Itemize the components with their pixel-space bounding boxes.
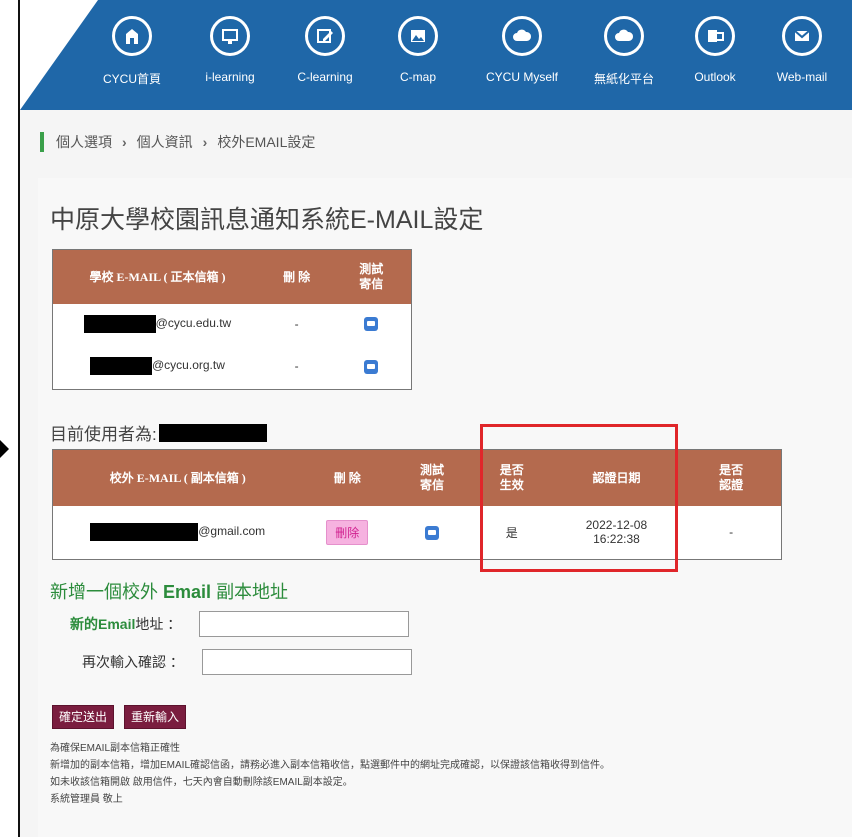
delete-cell: - bbox=[294, 316, 299, 331]
column-header-delete: 刪 除 bbox=[261, 249, 332, 304]
breadcrumb-item-external-email: 校外EMAIL設定 bbox=[217, 134, 316, 150]
arrow-indicator bbox=[0, 440, 9, 458]
nav-item-i-learning[interactable]: i-learning bbox=[190, 16, 270, 84]
nav-item-home[interactable]: CYCU首頁 bbox=[92, 16, 172, 87]
table-row: @cycu.org.tw - bbox=[53, 344, 412, 390]
email-cell: @cycu.org.tw bbox=[53, 344, 262, 390]
test-send-cell bbox=[331, 344, 411, 390]
redacted-block bbox=[83, 314, 156, 333]
new-email-label: 新的Email地址 ： bbox=[70, 616, 182, 632]
nav-item-paperless[interactable]: 無紙化平台 bbox=[584, 16, 664, 87]
breadcrumb-marker bbox=[40, 132, 44, 152]
breadcrumb-item-personal-options[interactable]: 個人選項 bbox=[56, 132, 112, 152]
outlook-icon bbox=[695, 16, 735, 56]
breadcrumb: 個人選項 › 個人資訊 › 校外EMAIL設定 bbox=[40, 130, 315, 154]
confirm-email-label: 再次輸入確認 ： bbox=[82, 654, 184, 670]
test-send-cell bbox=[331, 304, 411, 344]
home-icon bbox=[112, 16, 152, 56]
confirm-email-row: 再次輸入確認 ： bbox=[82, 648, 412, 676]
delete-button[interactable]: 刪除 bbox=[326, 519, 369, 545]
new-email-row: 新的Email地址 ： bbox=[70, 610, 410, 638]
nav-item-outlook[interactable]: Outlook bbox=[675, 16, 755, 84]
nav-item-c-map[interactable]: C-map bbox=[378, 16, 458, 84]
nav-item-webmail[interactable]: Web-mail bbox=[762, 16, 842, 84]
chevron-right-icon: › bbox=[122, 134, 127, 150]
send-test-mail-icon[interactable] bbox=[364, 316, 379, 331]
mountain-icon bbox=[398, 16, 438, 56]
breadcrumb-item-personal-info[interactable]: 個人資訊 bbox=[137, 132, 193, 152]
redacted-block bbox=[90, 523, 199, 542]
column-header-verified: 是否認證 bbox=[681, 449, 782, 506]
delete-cell: 刪除 bbox=[302, 506, 392, 560]
send-test-mail-icon[interactable] bbox=[424, 525, 439, 540]
mail-icon bbox=[782, 16, 822, 56]
email-cell: @cycu.edu.tw bbox=[53, 304, 262, 344]
table-header-row: 學校 E-MAIL ( 正本信箱 ) 刪 除 測試寄信 bbox=[52, 249, 412, 304]
highlight-box bbox=[480, 424, 678, 572]
reset-button[interactable]: 重新輸入 bbox=[124, 705, 187, 729]
edit-icon bbox=[305, 16, 345, 56]
delete-cell: - bbox=[294, 359, 299, 374]
send-test-mail-icon[interactable] bbox=[364, 359, 379, 374]
column-header-school-email: 學校 E-MAIL ( 正本信箱 ) bbox=[52, 249, 262, 304]
table-row: @cycu.edu.tw - bbox=[53, 304, 412, 344]
submit-button[interactable]: 確定送出 bbox=[52, 705, 115, 729]
page-title: 中原大學校園訊息通知系統E-MAIL設定 bbox=[50, 206, 484, 234]
notes: 為確保EMAIL副本信箱正確性 新增加的副本信箱，增加EMAIL確認信函，請務必… bbox=[50, 743, 611, 805]
cloud-icon bbox=[502, 16, 542, 56]
redacted-block bbox=[90, 357, 152, 376]
school-email-table: 學校 E-MAIL ( 正本信箱 ) 刪 除 測試寄信 @cycu.edu.tw… bbox=[52, 249, 412, 390]
confirm-email-input[interactable] bbox=[201, 649, 412, 675]
cloud-upload-icon bbox=[604, 16, 644, 56]
chevron-right-icon: › bbox=[202, 134, 208, 150]
current-user: 目前使用者為: bbox=[50, 420, 267, 445]
column-header-delete: 刪 除 bbox=[302, 449, 393, 506]
add-email-title: 新增一個校外 Email 副本地址 bbox=[50, 582, 289, 602]
test-send-cell bbox=[392, 506, 472, 560]
monitor-icon bbox=[210, 16, 250, 56]
redacted-username bbox=[158, 423, 267, 442]
nav-item-c-learning[interactable]: C-learning bbox=[285, 16, 365, 84]
nav-item-cycu-myself[interactable]: CYCU Myself bbox=[482, 16, 562, 84]
email-cell: @gmail.com bbox=[53, 506, 303, 560]
column-header-test-send: 測試寄信 bbox=[392, 449, 472, 506]
column-header-external-email: 校外 E-MAIL ( 副本信箱 ) bbox=[52, 449, 303, 506]
new-email-input[interactable] bbox=[199, 611, 410, 637]
top-nav: CYCU首頁 i-learning C-learning C-map CYCU … bbox=[20, 0, 852, 110]
verified-cell: - bbox=[729, 525, 734, 540]
column-header-test-send: 測試寄信 bbox=[331, 249, 412, 304]
